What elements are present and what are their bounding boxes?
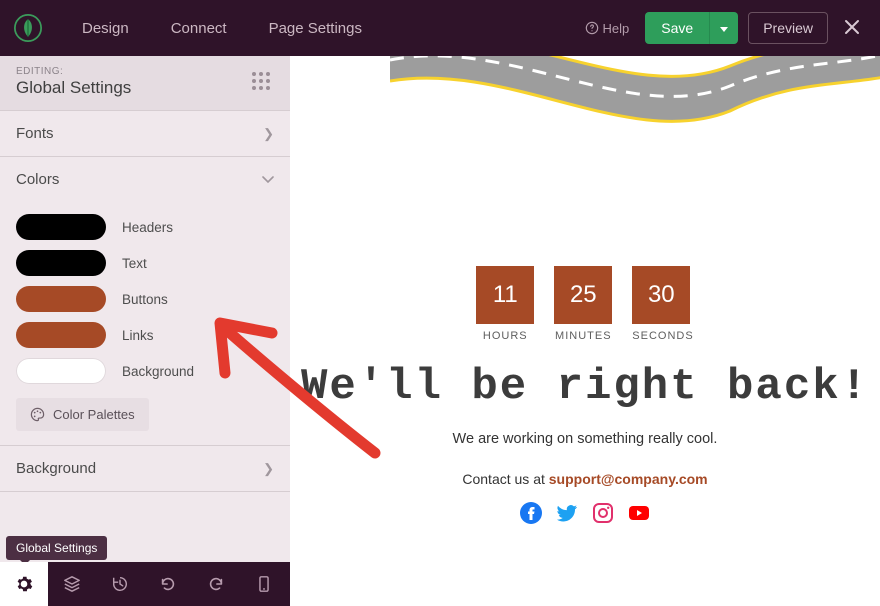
leaf-icon bbox=[14, 14, 42, 42]
bottombar-global-settings[interactable] bbox=[0, 562, 48, 606]
top-nav: Design Connect Page Settings bbox=[78, 14, 366, 43]
contact-line: Contact us at support@company.com bbox=[462, 471, 707, 487]
sidebar-editing-label: EDITING: bbox=[16, 66, 131, 77]
bottombar-history[interactable] bbox=[96, 562, 144, 606]
youtube-icon[interactable] bbox=[627, 501, 651, 525]
app-logo bbox=[0, 14, 56, 42]
countdown-hours: 11 HOURS bbox=[476, 266, 534, 342]
color-row-headers[interactable]: Headers bbox=[16, 214, 274, 240]
canvas[interactable]: 11 HOURS 25 MINUTES 30 SECONDS We'll be … bbox=[290, 56, 880, 606]
color-swatch[interactable] bbox=[16, 286, 106, 312]
color-label: Background bbox=[122, 364, 194, 379]
save-dropdown-button[interactable] bbox=[709, 12, 738, 44]
help-label: Help bbox=[603, 21, 630, 36]
bottombar-layers[interactable] bbox=[48, 562, 96, 606]
subtext: We are working on something really cool. bbox=[453, 431, 718, 447]
nav-design[interactable]: Design bbox=[78, 14, 133, 43]
top-right: Help Save Preview bbox=[585, 12, 880, 44]
history-icon bbox=[111, 575, 129, 593]
color-swatch[interactable] bbox=[16, 358, 106, 384]
countdown-value: 25 bbox=[554, 266, 612, 324]
chevron-right-icon: ❯ bbox=[263, 126, 274, 142]
layers-icon bbox=[63, 575, 81, 593]
countdown-seconds: 30 SECONDS bbox=[632, 266, 693, 342]
color-swatch[interactable] bbox=[16, 214, 106, 240]
chevron-down-icon bbox=[262, 176, 274, 184]
undo-icon bbox=[159, 575, 177, 593]
nav-connect[interactable]: Connect bbox=[167, 14, 231, 43]
colors-body: Headers Text Buttons Links Background bbox=[0, 202, 290, 445]
bottom-toolbar bbox=[0, 562, 290, 606]
help-link[interactable]: Help bbox=[585, 21, 630, 36]
save-button-group: Save bbox=[645, 12, 738, 44]
close-icon bbox=[844, 19, 860, 35]
palette-icon bbox=[30, 407, 45, 422]
panel-fonts-label: Fonts bbox=[16, 125, 54, 142]
headline: We'll be right back! bbox=[301, 362, 869, 413]
redo-icon bbox=[207, 575, 225, 593]
color-label: Links bbox=[122, 328, 154, 343]
road-graphic bbox=[390, 56, 880, 166]
bottombar-mobile-preview[interactable] bbox=[240, 562, 288, 606]
panel-colors-label: Colors bbox=[16, 171, 59, 188]
close-button[interactable] bbox=[838, 17, 866, 39]
color-row-text[interactable]: Text bbox=[16, 250, 274, 276]
save-button[interactable]: Save bbox=[645, 12, 709, 44]
color-label: Buttons bbox=[122, 292, 168, 307]
help-icon bbox=[585, 21, 599, 35]
nav-page-settings[interactable]: Page Settings bbox=[265, 14, 366, 43]
panel-fonts[interactable]: Fonts ❯ bbox=[0, 111, 290, 156]
preview-button[interactable]: Preview bbox=[748, 12, 828, 44]
color-row-links[interactable]: Links bbox=[16, 322, 274, 348]
countdown-label: HOURS bbox=[476, 330, 534, 342]
color-row-buttons[interactable]: Buttons bbox=[16, 286, 274, 312]
page-content: 11 HOURS 25 MINUTES 30 SECONDS We'll be … bbox=[290, 266, 880, 525]
gear-icon bbox=[15, 575, 33, 593]
facebook-icon[interactable] bbox=[519, 501, 543, 525]
mobile-icon bbox=[255, 575, 273, 593]
color-swatch[interactable] bbox=[16, 322, 106, 348]
color-palettes-label: Color Palettes bbox=[53, 407, 135, 422]
countdown-value: 11 bbox=[476, 266, 534, 324]
panel-colors[interactable]: Colors bbox=[0, 157, 290, 202]
color-swatch[interactable] bbox=[16, 250, 106, 276]
sidebar: EDITING: Global Settings Fonts ❯ Colors … bbox=[0, 56, 290, 606]
countdown-minutes: 25 MINUTES bbox=[554, 266, 612, 342]
chevron-right-icon: ❯ bbox=[263, 461, 274, 477]
social-icons bbox=[519, 501, 651, 525]
caret-down-icon bbox=[720, 27, 728, 33]
bottombar-undo[interactable] bbox=[144, 562, 192, 606]
contact-email-link[interactable]: support@company.com bbox=[549, 471, 708, 487]
countdown-label: SECONDS bbox=[632, 330, 693, 342]
panel-background[interactable]: Background ❯ bbox=[0, 446, 290, 491]
panel-background-label: Background bbox=[16, 460, 96, 477]
color-label: Text bbox=[122, 256, 147, 271]
countdown-label: MINUTES bbox=[554, 330, 612, 342]
color-palettes-button[interactable]: Color Palettes bbox=[16, 398, 149, 431]
bottombar-redo[interactable] bbox=[192, 562, 240, 606]
color-label: Headers bbox=[122, 220, 173, 235]
sidebar-title: Global Settings bbox=[16, 78, 131, 98]
top-bar: Design Connect Page Settings Help Save P… bbox=[0, 0, 880, 56]
main: EDITING: Global Settings Fonts ❯ Colors … bbox=[0, 56, 880, 606]
color-row-background[interactable]: Background bbox=[16, 358, 274, 384]
instagram-icon[interactable] bbox=[591, 501, 615, 525]
tooltip-global-settings: Global Settings bbox=[6, 536, 107, 560]
twitter-icon[interactable] bbox=[555, 501, 579, 525]
countdown: 11 HOURS 25 MINUTES 30 SECONDS bbox=[476, 266, 693, 342]
sidebar-header: EDITING: Global Settings bbox=[0, 56, 290, 110]
contact-prefix: Contact us at bbox=[462, 471, 548, 487]
countdown-value: 30 bbox=[632, 266, 690, 324]
drag-handle-icon[interactable] bbox=[252, 72, 274, 94]
